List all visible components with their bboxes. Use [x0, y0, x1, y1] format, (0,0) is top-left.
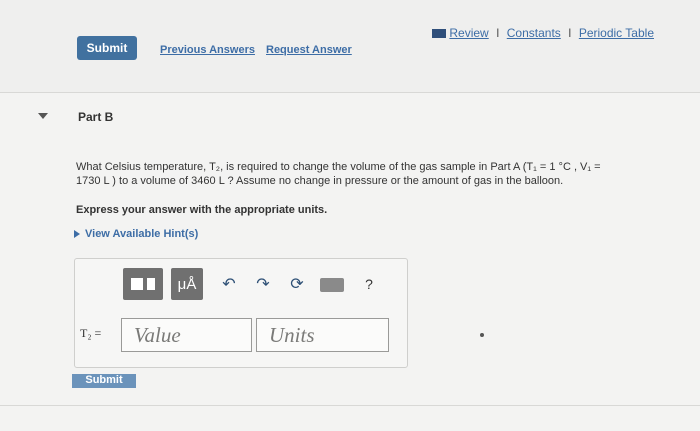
templates-icon[interactable] [123, 268, 163, 300]
units-input[interactable]: Units [256, 318, 389, 352]
undo-icon[interactable]: ↶ [219, 274, 239, 294]
hint-label: View Available Hint(s) [85, 228, 199, 240]
answer-variable-label: T₂ = [80, 326, 102, 340]
question-line-2: 1730 L ) to a volume of 3460 L ? Assume … [76, 175, 564, 187]
math-toolbar: μÅ ↶ ↷ ⟳ ? [123, 268, 393, 304]
previous-answers-link[interactable]: Previous Answers [160, 44, 255, 56]
view-hints-link[interactable]: View Available Hint(s) [74, 228, 198, 240]
redo-icon[interactable]: ↷ [253, 274, 273, 294]
book-icon [432, 29, 447, 39]
play-icon [74, 230, 80, 239]
templates-square-icon [131, 278, 143, 290]
cursor-dot [480, 333, 484, 337]
reset-icon[interactable]: ⟳ [287, 274, 307, 294]
collapse-triangle-icon[interactable] [38, 113, 48, 119]
link-separator: I [568, 26, 572, 40]
templates-bar-icon [147, 278, 155, 290]
part-title[interactable]: Part B [78, 110, 113, 124]
help-icon[interactable]: ? [359, 274, 379, 294]
question-text: What Celsius temperature, T₂, is require… [76, 160, 636, 188]
header-links: Review I Constants I Periodic Table [432, 26, 654, 40]
periodic-table-link[interactable]: Periodic Table [579, 26, 654, 40]
constants-link[interactable]: Constants [507, 26, 561, 40]
part-a-submit-button[interactable]: Submit [77, 36, 137, 60]
review-link[interactable]: Review [449, 26, 488, 40]
part-b-submit-button[interactable]: Submit [72, 374, 136, 388]
link-separator: I [496, 26, 500, 40]
express-instruction: Express your answer with the appropriate… [76, 204, 328, 216]
symbols-icon[interactable]: μÅ [171, 268, 203, 300]
section-divider-bottom [0, 405, 700, 406]
request-answer-link[interactable]: Request Answer [266, 44, 352, 56]
value-input[interactable]: Value [121, 318, 252, 352]
question-line-1: What Celsius temperature, T₂, is require… [76, 161, 601, 173]
section-divider [0, 92, 700, 93]
keyboard-icon[interactable] [320, 278, 344, 292]
